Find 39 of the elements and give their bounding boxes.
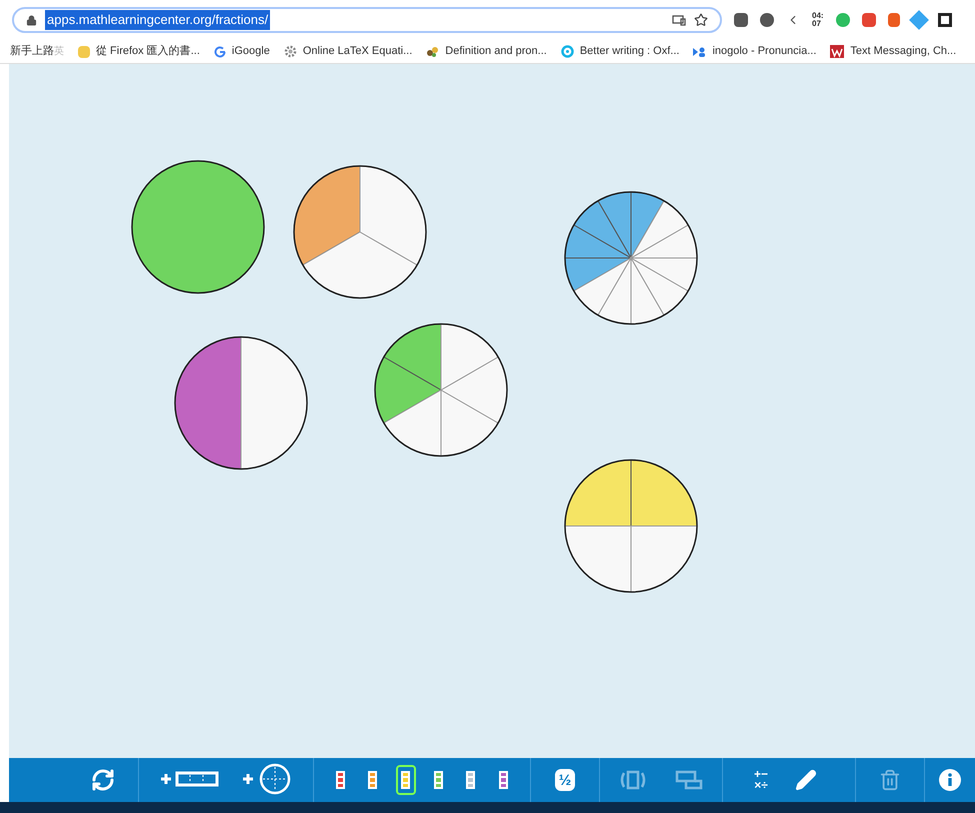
extension-icon[interactable] bbox=[734, 13, 748, 27]
address-bar[interactable]: apps.mathlearningcenter.org/fractions/ bbox=[12, 7, 722, 33]
pencil-icon bbox=[795, 769, 817, 791]
fraction-circle[interactable] bbox=[292, 164, 428, 300]
lock-icon bbox=[26, 14, 37, 26]
google-icon bbox=[214, 46, 226, 58]
color-picker-button[interactable] bbox=[396, 765, 416, 795]
extension-icon[interactable] bbox=[760, 13, 774, 27]
bookmark-link[interactable]: Better writing : Oxf... bbox=[580, 43, 680, 60]
ime-indicator: 英 bbox=[54, 44, 64, 59]
bookmark-link[interactable]: Online LaTeX Equati... bbox=[302, 43, 412, 60]
cast-icon bbox=[672, 14, 686, 26]
gear-icon bbox=[284, 45, 297, 58]
fraction-circle[interactable] bbox=[130, 159, 266, 295]
fraction-circle[interactable] bbox=[563, 190, 699, 326]
fraction-circle[interactable] bbox=[173, 335, 309, 471]
site-logo-icon bbox=[830, 45, 844, 58]
info-icon[interactable] bbox=[939, 769, 961, 791]
trash-icon bbox=[879, 769, 901, 791]
ring-icon bbox=[560, 45, 574, 58]
dots-icon bbox=[426, 46, 440, 58]
star-icon[interactable] bbox=[694, 13, 708, 27]
refresh-icon bbox=[91, 768, 115, 792]
extension-icon[interactable] bbox=[938, 13, 952, 27]
fraction-label-button[interactable]: ½ bbox=[555, 769, 575, 791]
bookmark-link[interactable]: inogolo - Pronuncia... bbox=[712, 43, 816, 60]
folder-icon bbox=[78, 46, 90, 58]
bookmark-link[interactable]: iGoogle bbox=[232, 43, 270, 60]
add-circle-button[interactable] bbox=[241, 763, 293, 795]
url-text: apps.mathlearningcenter.org/fractions/ bbox=[45, 10, 270, 30]
fraction-circle[interactable] bbox=[373, 322, 509, 458]
bookmark-link[interactable]: Definition and pron... bbox=[445, 43, 547, 60]
people-icon bbox=[693, 46, 706, 58]
fraction-circle[interactable] bbox=[563, 458, 699, 594]
bookmark-link[interactable]: 從 Firefox 匯入的書... bbox=[96, 43, 200, 60]
bookmark-link[interactable]: 新手上路 bbox=[10, 43, 54, 60]
extension-badge[interactable]: 04: 07 bbox=[812, 12, 824, 28]
math-operations-button[interactable]: +− ×÷ bbox=[754, 769, 768, 791]
bookmark-link[interactable]: Text Messaging, Ch... bbox=[850, 43, 956, 60]
